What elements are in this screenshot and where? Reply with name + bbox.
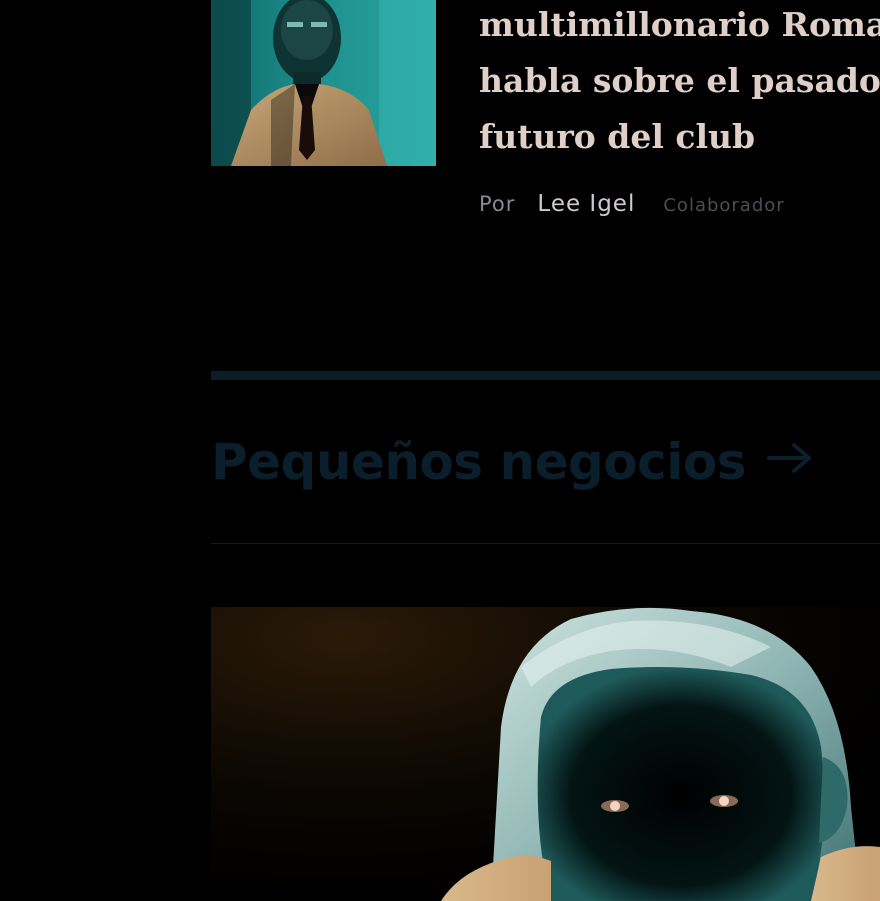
byline-prefix: Por xyxy=(479,192,516,216)
headline-line: multimillonario Roma xyxy=(479,5,880,44)
article-headline[interactable]: multimillonario Roma habla sobre el pasa… xyxy=(479,0,880,165)
arrow-right-icon[interactable] xyxy=(764,436,816,480)
byline: Por Lee Igel Colaborador xyxy=(479,191,785,217)
child-portrait-photo-icon xyxy=(211,607,880,901)
section-divider xyxy=(211,371,880,380)
headline-line: futuro del club xyxy=(479,117,756,156)
portrait-photo-icon xyxy=(211,0,436,166)
author-role: Colaborador xyxy=(663,195,785,216)
section-title[interactable]: Pequeños negocios xyxy=(211,428,747,496)
section-separator xyxy=(211,543,880,544)
article-thumbnail[interactable] xyxy=(211,0,436,166)
headline-line: habla sobre el pasado, xyxy=(479,61,880,100)
feature-image[interactable] xyxy=(211,607,880,901)
author-link[interactable]: Lee Igel xyxy=(537,191,635,217)
